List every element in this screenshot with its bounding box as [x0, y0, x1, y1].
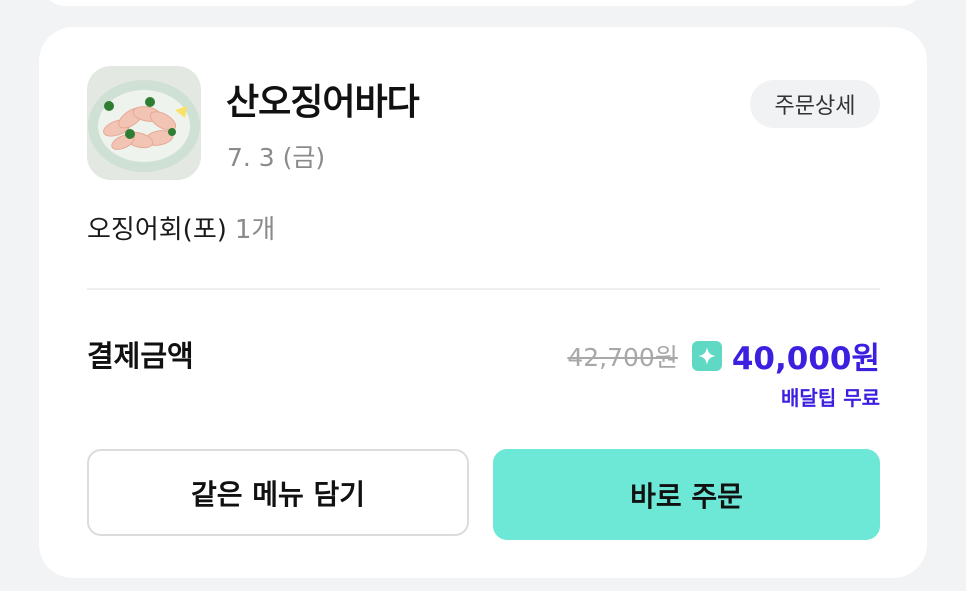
original-price: 42,700원 — [567, 342, 678, 372]
divider — [87, 288, 880, 290]
sparkle-icon — [691, 340, 722, 371]
squid-sashimi-plate-image — [87, 66, 201, 180]
price-row: 42,700원 40,000원 — [567, 333, 880, 378]
order-card: 산오징어바다 7. 3 (금) 주문상세 오징어회(포) 1개 결제금액 42,7… — [39, 27, 927, 578]
order-now-button[interactable]: 바로 주문 — [493, 449, 880, 540]
store-thumbnail[interactable] — [87, 66, 201, 180]
payment-label: 결제금액 — [87, 339, 194, 373]
item-quantity: 1개 — [234, 215, 276, 245]
add-same-menu-button[interactable]: 같은 메뉴 담기 — [87, 449, 469, 536]
store-name[interactable]: 산오징어바다 — [226, 73, 420, 125]
order-detail-button[interactable]: 주문상세 — [750, 80, 880, 128]
final-price: 40,000원 — [731, 341, 880, 377]
order-item: 오징어회(포) 1개 — [87, 209, 275, 246]
item-name: 오징어회(포) — [87, 215, 227, 245]
order-date: 7. 3 (금) — [227, 143, 326, 172]
previous-card-edge — [40, 0, 926, 6]
delivery-tip: 배달팁 무료 — [781, 386, 880, 410]
